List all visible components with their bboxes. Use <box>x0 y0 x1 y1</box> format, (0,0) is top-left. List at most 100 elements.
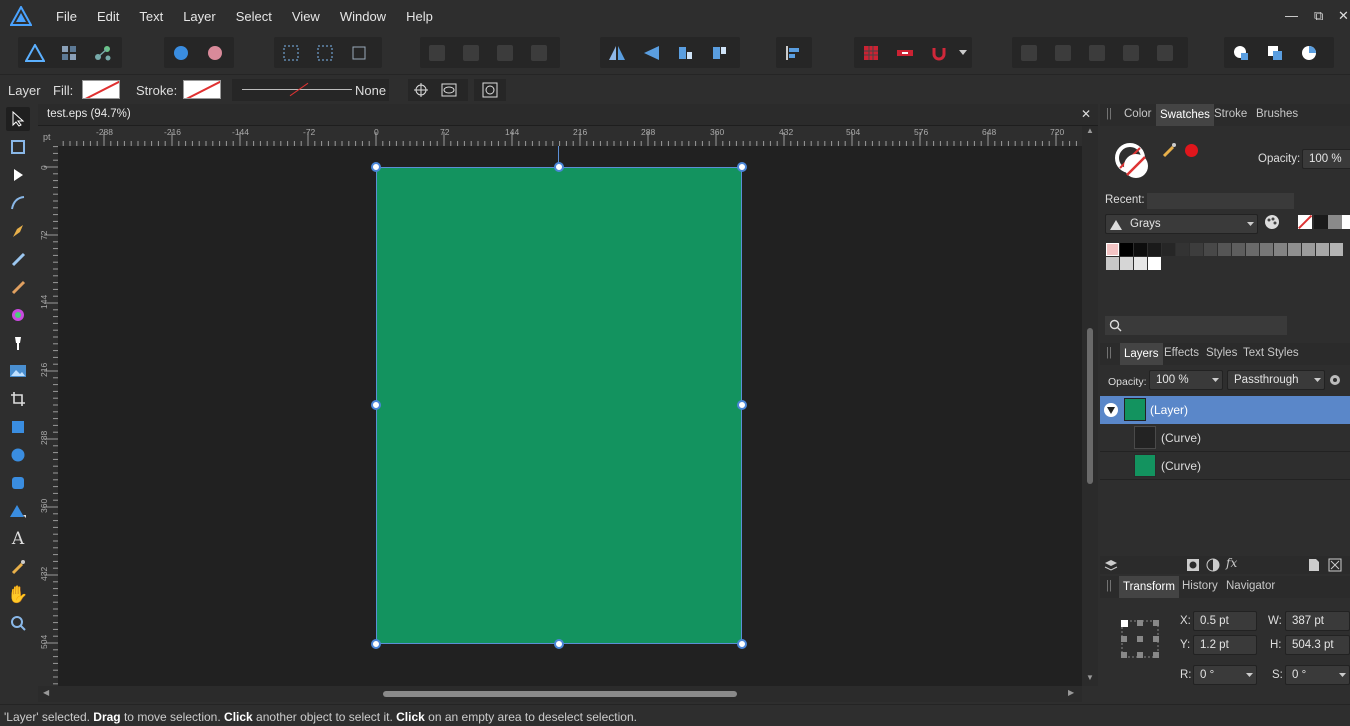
horizontal-ruler[interactable]: pt -288 -216 -144 -72 0 72 144 216 288 3… <box>38 126 1082 146</box>
pencil-tool-icon[interactable] <box>6 247 30 271</box>
place-image-icon[interactable] <box>6 359 30 383</box>
y-position-field[interactable]: 1.2 pt <box>1193 635 1257 655</box>
resize-handle-top[interactable] <box>554 162 564 172</box>
resize-handle-bottom-left[interactable] <box>371 639 381 649</box>
intersect-geometry-icon[interactable] <box>1080 37 1114 68</box>
swatch-cell[interactable] <box>1120 243 1133 256</box>
blend-mode-dropdown[interactable]: Passthrough <box>1227 370 1325 390</box>
shear-field[interactable]: 0 ° <box>1285 665 1350 685</box>
resize-handle-bottom-right[interactable] <box>737 639 747 649</box>
selected-layer-shape[interactable] <box>376 167 742 644</box>
menu-edit[interactable]: Edit <box>87 0 129 34</box>
tab-history[interactable]: History <box>1182 580 1218 592</box>
snapping-dropdown-icon[interactable] <box>956 37 970 68</box>
transparency-tool-icon[interactable] <box>6 331 30 355</box>
snap-guides-icon[interactable] <box>888 37 922 68</box>
ellipse-tool-icon[interactable] <box>6 443 30 467</box>
scroll-up-icon[interactable]: ▲ <box>1086 126 1094 135</box>
shape-two-icon[interactable] <box>1258 37 1292 68</box>
transform-origin-icon[interactable] <box>408 79 434 101</box>
scroll-down-icon[interactable]: ▼ <box>1086 673 1094 682</box>
convert-icon[interactable] <box>474 79 506 101</box>
layer-stack-icon[interactable] <box>1104 558 1118 575</box>
stroke-swatch[interactable] <box>183 80 221 99</box>
rotate-left-icon[interactable] <box>668 37 702 68</box>
layer-row[interactable]: (Curve) <box>1100 424 1350 452</box>
swatch-cell[interactable] <box>1302 243 1315 256</box>
flip-vertical-icon[interactable] <box>634 37 668 68</box>
select-bounds-icon[interactable] <box>308 37 342 68</box>
add-geometry-icon[interactable] <box>1012 37 1046 68</box>
panel-grip-icon[interactable]: || <box>1106 108 1112 120</box>
swatch-cell[interactable] <box>1260 243 1273 256</box>
delete-layer-icon[interactable] <box>1328 558 1342 575</box>
color-picker-icon[interactable] <box>6 555 30 579</box>
gray-swatch[interactable] <box>1328 215 1342 229</box>
resize-handle-bottom[interactable] <box>554 639 564 649</box>
rotation-field[interactable]: 0 ° <box>1193 665 1257 685</box>
document-tab-title[interactable]: test.eps (94.7%) <box>47 108 131 120</box>
vertical-ruler[interactable]: 0 72 144 216 288 360 432 504 <box>38 146 58 686</box>
move-tool-icon[interactable] <box>6 107 30 131</box>
export-persona-icon[interactable] <box>86 37 120 68</box>
artboard-tool-icon[interactable] <box>6 135 30 159</box>
grid-icon[interactable] <box>854 37 888 68</box>
swatch-cell[interactable] <box>1162 243 1175 256</box>
quick-color-swatches[interactable] <box>1298 215 1350 229</box>
eyedropper-icon[interactable] <box>1162 142 1178 161</box>
menu-view[interactable]: View <box>282 0 330 34</box>
flip-horizontal-icon[interactable] <box>600 37 634 68</box>
shape-three-icon[interactable] <box>1292 37 1326 68</box>
layer-row[interactable]: (Curve) <box>1100 452 1350 480</box>
white-swatch[interactable] <box>1342 215 1350 229</box>
forward-one-icon[interactable] <box>454 37 488 68</box>
menu-layer[interactable]: Layer <box>173 0 226 34</box>
vertical-scrollbar[interactable]: ▲ ▼ <box>1082 126 1098 686</box>
horizontal-scroll-thumb[interactable] <box>383 691 737 697</box>
scroll-right-icon[interactable]: ▶ <box>1068 688 1074 697</box>
layer-row-selected[interactable]: (Layer) <box>1100 396 1350 424</box>
tab-text-styles[interactable]: Text Styles <box>1243 347 1299 359</box>
pen-tool-icon[interactable] <box>6 219 30 243</box>
swatch-cell[interactable] <box>1204 243 1217 256</box>
swatch-cell[interactable] <box>1288 243 1301 256</box>
swatch-cell[interactable] <box>1190 243 1203 256</box>
width-field[interactable]: 387 pt <box>1285 611 1350 631</box>
mask-icon[interactable] <box>1186 558 1200 575</box>
none-swatch[interactable] <box>1298 215 1312 229</box>
vertical-scroll-thumb[interactable] <box>1087 328 1093 484</box>
recent-colors-strip[interactable] <box>1147 193 1294 209</box>
panel-grip-icon[interactable]: || <box>1106 347 1112 359</box>
horizontal-scrollbar[interactable]: ◀ ▶ <box>38 686 1082 702</box>
black-swatch[interactable] <box>1314 215 1328 229</box>
scroll-left-icon[interactable]: ◀ <box>43 688 49 697</box>
tab-swatches[interactable]: Swatches <box>1156 104 1214 126</box>
rectangle-tool-icon[interactable] <box>6 415 30 439</box>
expand-toggle-icon[interactable] <box>1104 403 1118 417</box>
swatch-cell[interactable] <box>1176 243 1189 256</box>
bring-front-icon[interactable] <box>488 37 522 68</box>
subtract-geometry-icon[interactable] <box>1046 37 1080 68</box>
fill-stroke-selector[interactable] <box>1114 142 1154 182</box>
tab-layers[interactable]: Layers <box>1120 343 1163 365</box>
fill-tool-icon[interactable] <box>6 303 30 327</box>
palette-dropdown[interactable]: Grays <box>1105 214 1258 234</box>
shape-one-icon[interactable] <box>1224 37 1258 68</box>
divide-geometry-icon[interactable] <box>1148 37 1182 68</box>
add-page-icon[interactable] <box>1308 558 1320 575</box>
swatch-cell[interactable] <box>1232 243 1245 256</box>
pixel-persona-icon[interactable] <box>52 37 86 68</box>
tab-transform[interactable]: Transform <box>1119 576 1179 598</box>
eye-preview-icon[interactable] <box>434 79 464 101</box>
resize-handle-right[interactable] <box>737 400 747 410</box>
select-all-icon[interactable] <box>274 37 308 68</box>
swatch-cell[interactable] <box>1274 243 1287 256</box>
crop-tool-icon[interactable] <box>6 387 30 411</box>
close-document-icon[interactable]: ✕ <box>1081 107 1091 121</box>
close-window-button[interactable]: ✕ <box>1338 8 1349 24</box>
context-color-dot[interactable] <box>1185 144 1198 157</box>
x-position-field[interactable]: 0.5 pt <box>1193 611 1257 631</box>
swatch-cell[interactable] <box>1106 243 1119 256</box>
zoom-tool-icon[interactable] <box>6 611 30 635</box>
node-tool-icon[interactable] <box>6 163 30 187</box>
